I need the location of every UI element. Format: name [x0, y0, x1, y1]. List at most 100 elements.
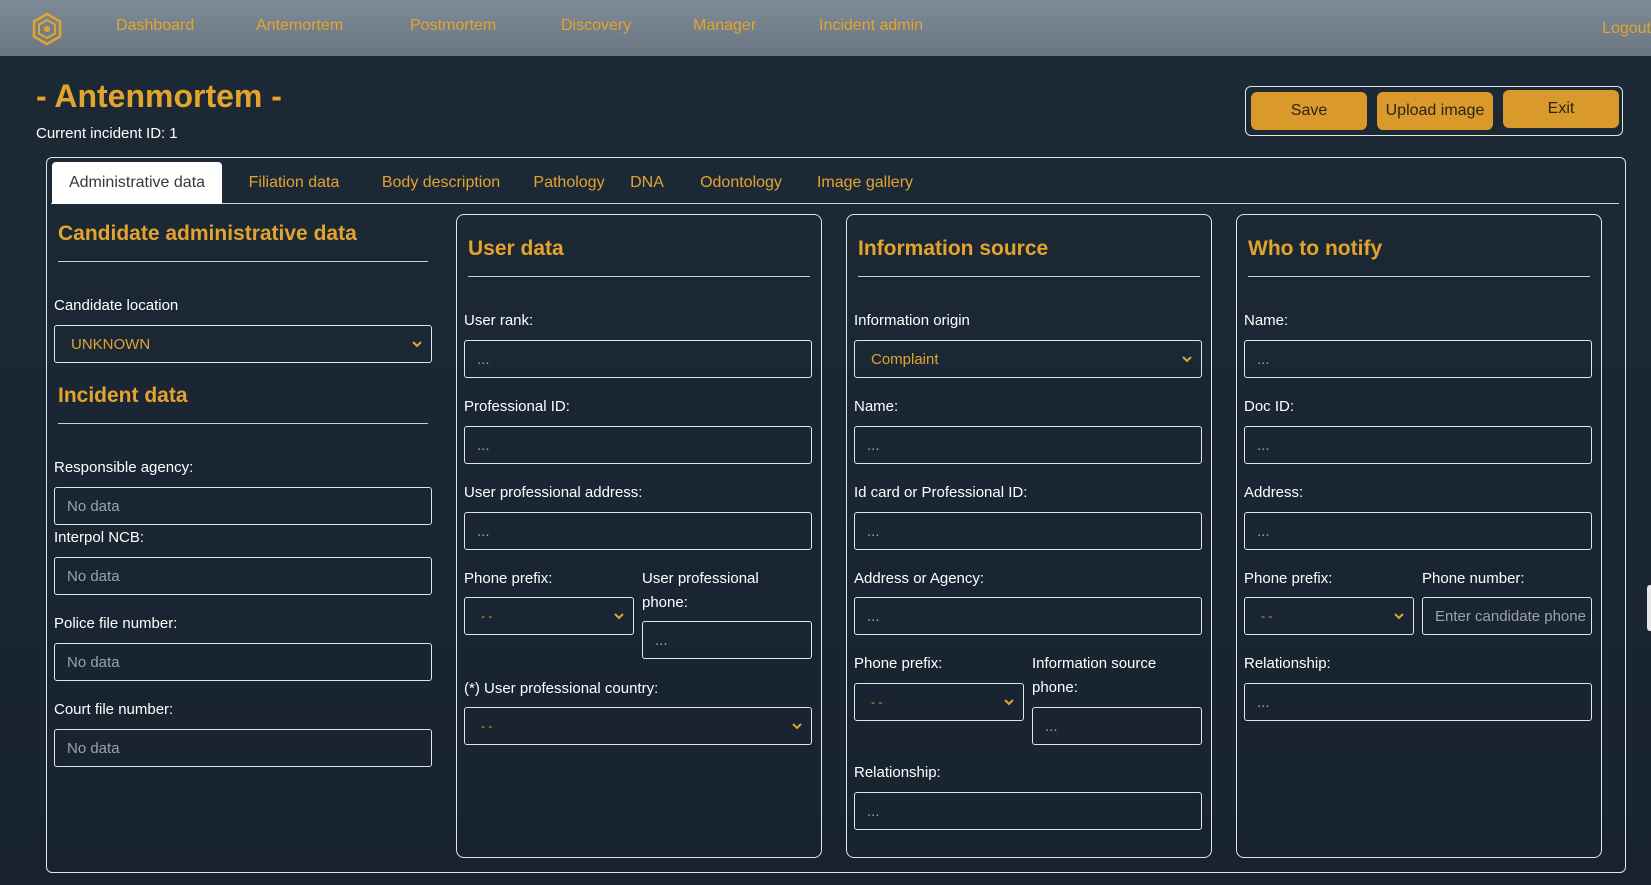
candidate-admin-title: Candidate administrative data [58, 222, 357, 245]
user-phone-input[interactable] [642, 621, 812, 659]
professional-id-label: Professional ID: [464, 398, 570, 415]
divider [1248, 276, 1590, 277]
information-origin-select[interactable]: Complaint [854, 340, 1202, 378]
user-data-card: User data User rank: Professional ID: Us… [456, 214, 822, 858]
user-rank-label: User rank: [464, 312, 534, 329]
nav-antemortem[interactable]: Antemortem [256, 17, 343, 35]
user-phone-prefix-value: - - [481, 609, 493, 623]
source-idcard-label: Id card or Professional ID: [854, 484, 1028, 501]
responsible-agency-input[interactable] [54, 487, 432, 525]
notify-phone-prefix-select[interactable]: - - [1244, 597, 1414, 635]
user-country-label: (*) User professional country: [464, 680, 659, 697]
user-phone-prefix-select[interactable]: - - [464, 597, 634, 635]
tab-bar: Administrative data Filiation data Body … [51, 162, 1619, 204]
source-address-input[interactable] [854, 597, 1202, 635]
user-rank-input[interactable] [464, 340, 812, 378]
tab-pathology[interactable]: Pathology [525, 162, 613, 204]
police-file-number-input[interactable] [54, 643, 432, 681]
divider [858, 276, 1200, 277]
notify-docid-label: Doc ID: [1244, 398, 1295, 415]
main-panel: Administrative data Filiation data Body … [46, 157, 1626, 873]
police-file-number-label: Police file number: [54, 615, 178, 632]
notify-relationship-label: Relationship: [1244, 655, 1331, 672]
tab-dna[interactable]: DNA [617, 162, 677, 204]
source-relationship-label: Relationship: [854, 764, 941, 781]
notify-phone-prefix-label: Phone prefix: [1244, 570, 1333, 587]
notify-name-input[interactable] [1244, 340, 1592, 378]
upload-image-button[interactable]: Upload image [1377, 92, 1493, 130]
top-navbar: Dashboard Antemortem Postmortem Discover… [0, 0, 1651, 56]
logout-link[interactable]: Logout [1602, 20, 1651, 38]
source-relationship-input[interactable] [854, 792, 1202, 830]
chevron-down-icon [614, 613, 624, 620]
nav-discovery[interactable]: Discovery [561, 17, 631, 35]
user-address-input[interactable] [464, 512, 812, 550]
who-to-notify-card: Who to notify Name: Doc ID: Address: Pho… [1236, 214, 1602, 858]
chevron-down-icon [1182, 356, 1192, 363]
chevron-down-icon [792, 723, 802, 730]
nav-manager[interactable]: Manager [693, 17, 756, 35]
information-origin-value: Complaint [871, 350, 939, 368]
professional-id-input[interactable] [464, 426, 812, 464]
interpol-ncb-input[interactable] [54, 557, 432, 595]
nav-incident-admin[interactable]: Incident admin [819, 17, 923, 35]
notify-phone-label: Phone number: [1422, 570, 1525, 587]
tab-administrative-data[interactable]: Administrative data [52, 162, 222, 204]
chevron-down-icon [1394, 613, 1404, 620]
court-file-number-label: Court file number: [54, 701, 174, 718]
candidate-location-select[interactable]: UNKNOWN [54, 325, 432, 363]
notify-address-label: Address: [1244, 484, 1304, 501]
source-phone-input[interactable] [1032, 707, 1202, 745]
tab-filiation-data[interactable]: Filiation data [232, 162, 356, 204]
action-buttons-group: Save Upload image Exit [1245, 86, 1623, 136]
notify-relationship-input[interactable] [1244, 683, 1592, 721]
divider [58, 423, 428, 424]
user-country-select[interactable]: - - [464, 707, 812, 745]
current-incident-id: Current incident ID: 1 [36, 125, 178, 142]
app-logo-icon[interactable] [30, 12, 64, 46]
nav-dashboard[interactable]: Dashboard [116, 17, 194, 35]
incident-id-label: Current incident ID: [36, 125, 166, 142]
source-phone-prefix-value: - - [871, 695, 883, 709]
chevron-down-icon [412, 341, 422, 348]
who-to-notify-title: Who to notify [1248, 237, 1383, 260]
exit-button[interactable]: Exit [1503, 90, 1619, 128]
user-phone-label: User professional phone: [642, 570, 759, 611]
tab-odontology[interactable]: Odontology [687, 162, 795, 204]
notify-phone-input[interactable] [1422, 597, 1592, 635]
chevron-down-icon [1004, 699, 1014, 706]
candidate-location-label: Candidate location [54, 297, 179, 314]
source-name-label: Name: [854, 398, 899, 415]
notify-docid-input[interactable] [1244, 426, 1592, 464]
source-name-input[interactable] [854, 426, 1202, 464]
source-idcard-input[interactable] [854, 512, 1202, 550]
user-phone-prefix-label: Phone prefix: [464, 570, 553, 587]
side-scroll-handle[interactable] [1647, 585, 1651, 631]
source-address-label: Address or Agency: [854, 570, 985, 587]
divider [58, 261, 428, 262]
source-phone-prefix-label: Phone prefix: [854, 655, 943, 672]
incident-id-value: 1 [169, 125, 178, 142]
responsible-agency-label: Responsible agency: [54, 459, 194, 476]
user-data-title: User data [468, 237, 564, 260]
source-phone-label: Information source phone: [1032, 655, 1157, 696]
tab-body-description[interactable]: Body description [365, 162, 517, 204]
tab-image-gallery[interactable]: Image gallery [805, 162, 925, 204]
interpol-ncb-label: Interpol NCB: [54, 529, 145, 546]
incident-data-title: Incident data [58, 384, 188, 407]
notify-address-input[interactable] [1244, 512, 1592, 550]
notify-name-label: Name: [1244, 312, 1289, 329]
user-address-label: User professional address: [464, 484, 643, 501]
source-phone-prefix-select[interactable]: - - [854, 683, 1024, 721]
divider [468, 276, 810, 277]
information-source-title: Information source [858, 237, 1049, 260]
save-button[interactable]: Save [1251, 92, 1367, 130]
information-origin-label: Information origin [854, 312, 970, 329]
notify-phone-prefix-value: - - [1261, 609, 1273, 623]
candidate-location-value: UNKNOWN [71, 335, 151, 353]
page-title: - Antenmortem - [36, 78, 282, 114]
information-source-card: Information source Information origin Co… [846, 214, 1212, 858]
court-file-number-input[interactable] [54, 729, 432, 767]
nav-postmortem[interactable]: Postmortem [410, 17, 496, 35]
user-country-value: - - [481, 719, 493, 733]
